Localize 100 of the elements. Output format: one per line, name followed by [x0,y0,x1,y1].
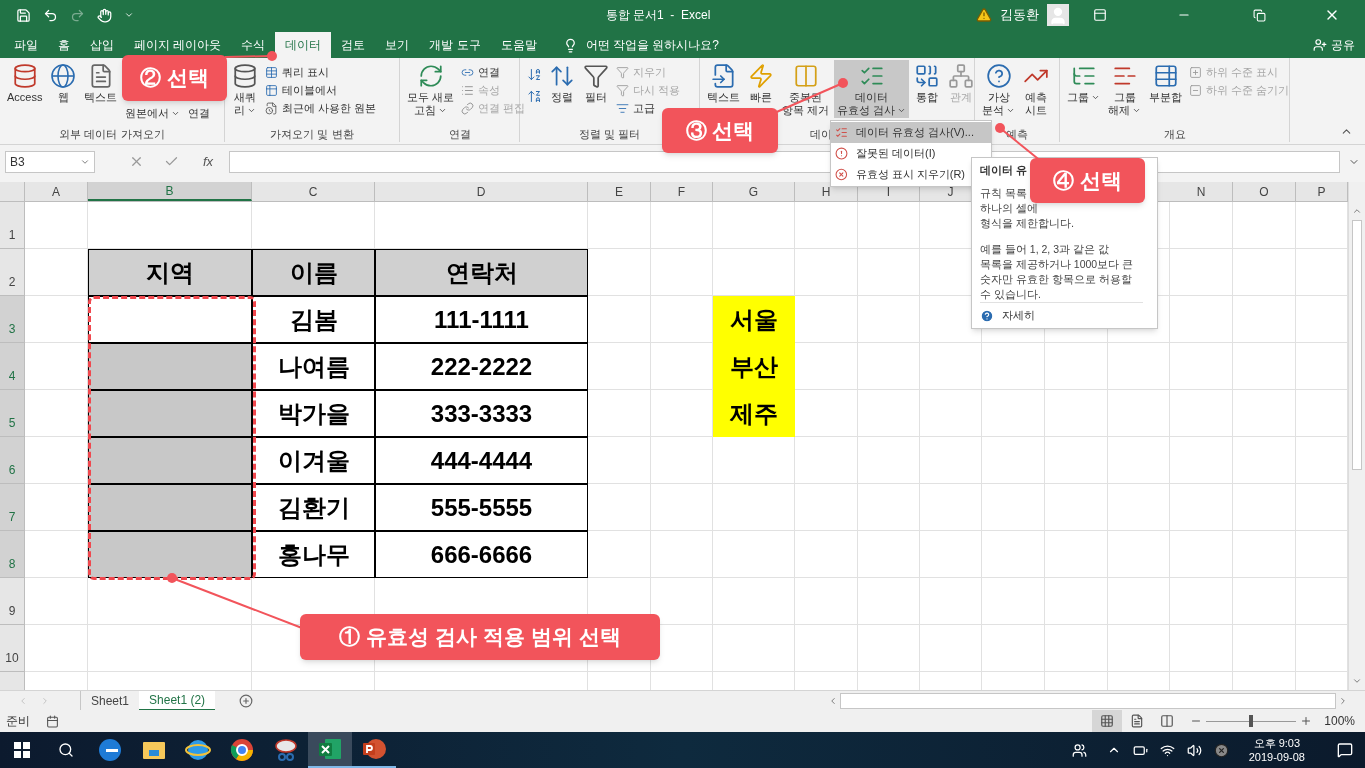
add-sheet-icon[interactable] [239,693,254,708]
clock[interactable]: 오후 9:03 2019-09-08 [1248,736,1305,764]
ribbon-button[interactable]: 최근에 사용한 원본 [263,99,379,117]
view-button[interactable] [1092,710,1123,732]
callout-label: ② 선택 [122,55,227,101]
menu-item[interactable]: 유효성 표시 지우기(R) [831,164,969,185]
people-icon[interactable] [1071,742,1087,758]
columns-icon [792,63,819,89]
row-header[interactable]: 3 [0,296,25,343]
ribbon-tab[interactable]: 홈 [48,32,80,58]
ribbon-display-icon[interactable] [1093,8,1107,22]
row-header[interactable]: 10 [0,625,25,672]
column-header[interactable]: D [375,182,588,201]
ribbon-tab[interactable]: 페이지 레이아웃 [124,32,232,58]
row-header[interactable]: 8 [0,531,25,578]
ribbon-button[interactable]: 빠른 [745,60,777,105]
ribbon-button[interactable]: 가상 분석 [979,60,1018,118]
zoom-level[interactable]: 100% [1324,712,1355,730]
ribbon-tab[interactable]: 삽입 [80,32,124,58]
column-header[interactable]: E [588,182,651,201]
ribbon-button[interactable]: 텍스트 [704,60,743,105]
ribbon-tab[interactable]: 도움말 [490,32,547,58]
row-header[interactable]: 1 [0,202,25,249]
ribbon-button[interactable]: 정렬 [546,60,578,105]
row-header[interactable]: 9 [0,578,25,625]
save-icon[interactable] [16,7,31,23]
column-header[interactable]: N [1170,182,1233,201]
wifi-icon[interactable] [1159,742,1175,758]
insert-function-button[interactable]: fx [195,151,222,172]
touch-mode-icon[interactable] [97,7,112,23]
row-header[interactable]: 2 [0,249,25,296]
ribbon-tab[interactable]: 데이터 [275,32,332,58]
zoom-slider[interactable] [1206,715,1297,727]
tell-me-more-link[interactable]: 자세히 [980,308,1035,323]
ribbon-button[interactable]: 데이터 유효성 검사 [834,60,910,118]
network-error-icon[interactable] [1213,742,1229,758]
sheet-tab[interactable]: Sheet1 (2) [139,690,216,711]
ribbon-button[interactable]: 필터 [580,60,612,105]
ribbon-button[interactable]: 예측 시트 [1020,60,1052,118]
ribbon-tab[interactable]: 파일 [4,32,48,58]
speaker-icon[interactable] [1186,742,1202,758]
ribbon-tab[interactable]: 보기 [375,32,420,58]
ribbon-button[interactable]: Access [4,60,46,105]
ribbon-button[interactable]: 그룹 [1064,60,1103,105]
column-header[interactable]: F [651,182,713,201]
name-box[interactable]: B3 [5,150,95,173]
filter-icon [616,101,629,115]
menu-item[interactable]: 데이터 유효성 검사(V)... [831,122,991,143]
undo-icon[interactable] [43,7,58,23]
taskbar-app[interactable] [308,732,352,768]
ribbon-button[interactable]: 연결 [459,63,503,81]
ribbon-tab[interactable]: 검토 [331,32,376,58]
column-header[interactable]: B [88,182,252,201]
zoom-slider-thumb[interactable] [1249,715,1254,727]
question-icon [985,63,1012,89]
table-cell: 서울 [713,296,795,343]
ribbon-tab[interactable]: 개발 도구 [419,32,491,58]
row-header[interactable]: 6 [0,437,25,484]
row-header[interactable]: 7 [0,484,25,531]
tooltip-text: 규칙 목록 [980,185,1029,201]
ribbon-button[interactable]: 웹 [47,60,80,105]
caret-icon [1006,106,1015,115]
refresh-icon [417,63,444,89]
customize-icon[interactable] [124,10,134,20]
callout-label: ③ 선택 [662,108,778,153]
ribbon-button[interactable]: 연결 [185,104,214,121]
ribbon-button[interactable]: 텍스트 [81,60,121,105]
database-icon [232,63,258,89]
menu-item[interactable]: 잘못된 데이터(I) [831,143,969,164]
column-header[interactable]: C [252,182,375,201]
search-icon [58,742,74,758]
table-cell: 제주 [713,390,795,437]
ribbon-button[interactable]: 새쿼 리 [229,60,261,118]
restore-icon[interactable] [1253,8,1266,22]
sort-descending-icon [526,88,542,104]
spreadsheet-app-icon [317,736,343,762]
column-header[interactable]: O [1233,182,1296,201]
tell-me-field[interactable]: 어떤 작업을 원하시나요? [558,32,724,58]
scrollbar-thumb[interactable] [840,692,1336,709]
ribbon-group-label: 정렬 및 필터 [578,126,641,142]
macro-record-icon[interactable] [46,714,59,728]
ribbon-button[interactable]: 부분합 [1146,60,1185,105]
ribbon-tab[interactable]: 수식 [231,32,276,58]
row-header[interactable]: 4 [0,343,25,390]
table-cell: 666-6666 [375,531,588,578]
scrollbar-thumb[interactable] [1352,220,1362,470]
ribbon-button[interactable]: 쿼리 표시 [263,63,332,81]
ribbon-button[interactable]: 그룹 해제 [1105,60,1144,118]
ribbon-button[interactable]: 테이블에서 [263,81,339,99]
share-button[interactable]: 공유 [1313,32,1355,58]
row-header[interactable]: 5 [0,390,25,437]
ribbon-button[interactable]: 통합 [911,60,944,105]
column-header[interactable]: G [713,182,795,201]
cancel-icon[interactable] [129,154,144,169]
zoom-in-icon[interactable] [1300,715,1313,727]
ribbon-button[interactable]: 고급 [614,99,657,117]
clock-document-icon [265,101,278,115]
notification-icon[interactable] [1337,742,1353,758]
ribbon-button[interactable]: 원본에서 [122,104,184,121]
ribbon-button[interactable]: 모두 새로 고침 [404,60,458,118]
